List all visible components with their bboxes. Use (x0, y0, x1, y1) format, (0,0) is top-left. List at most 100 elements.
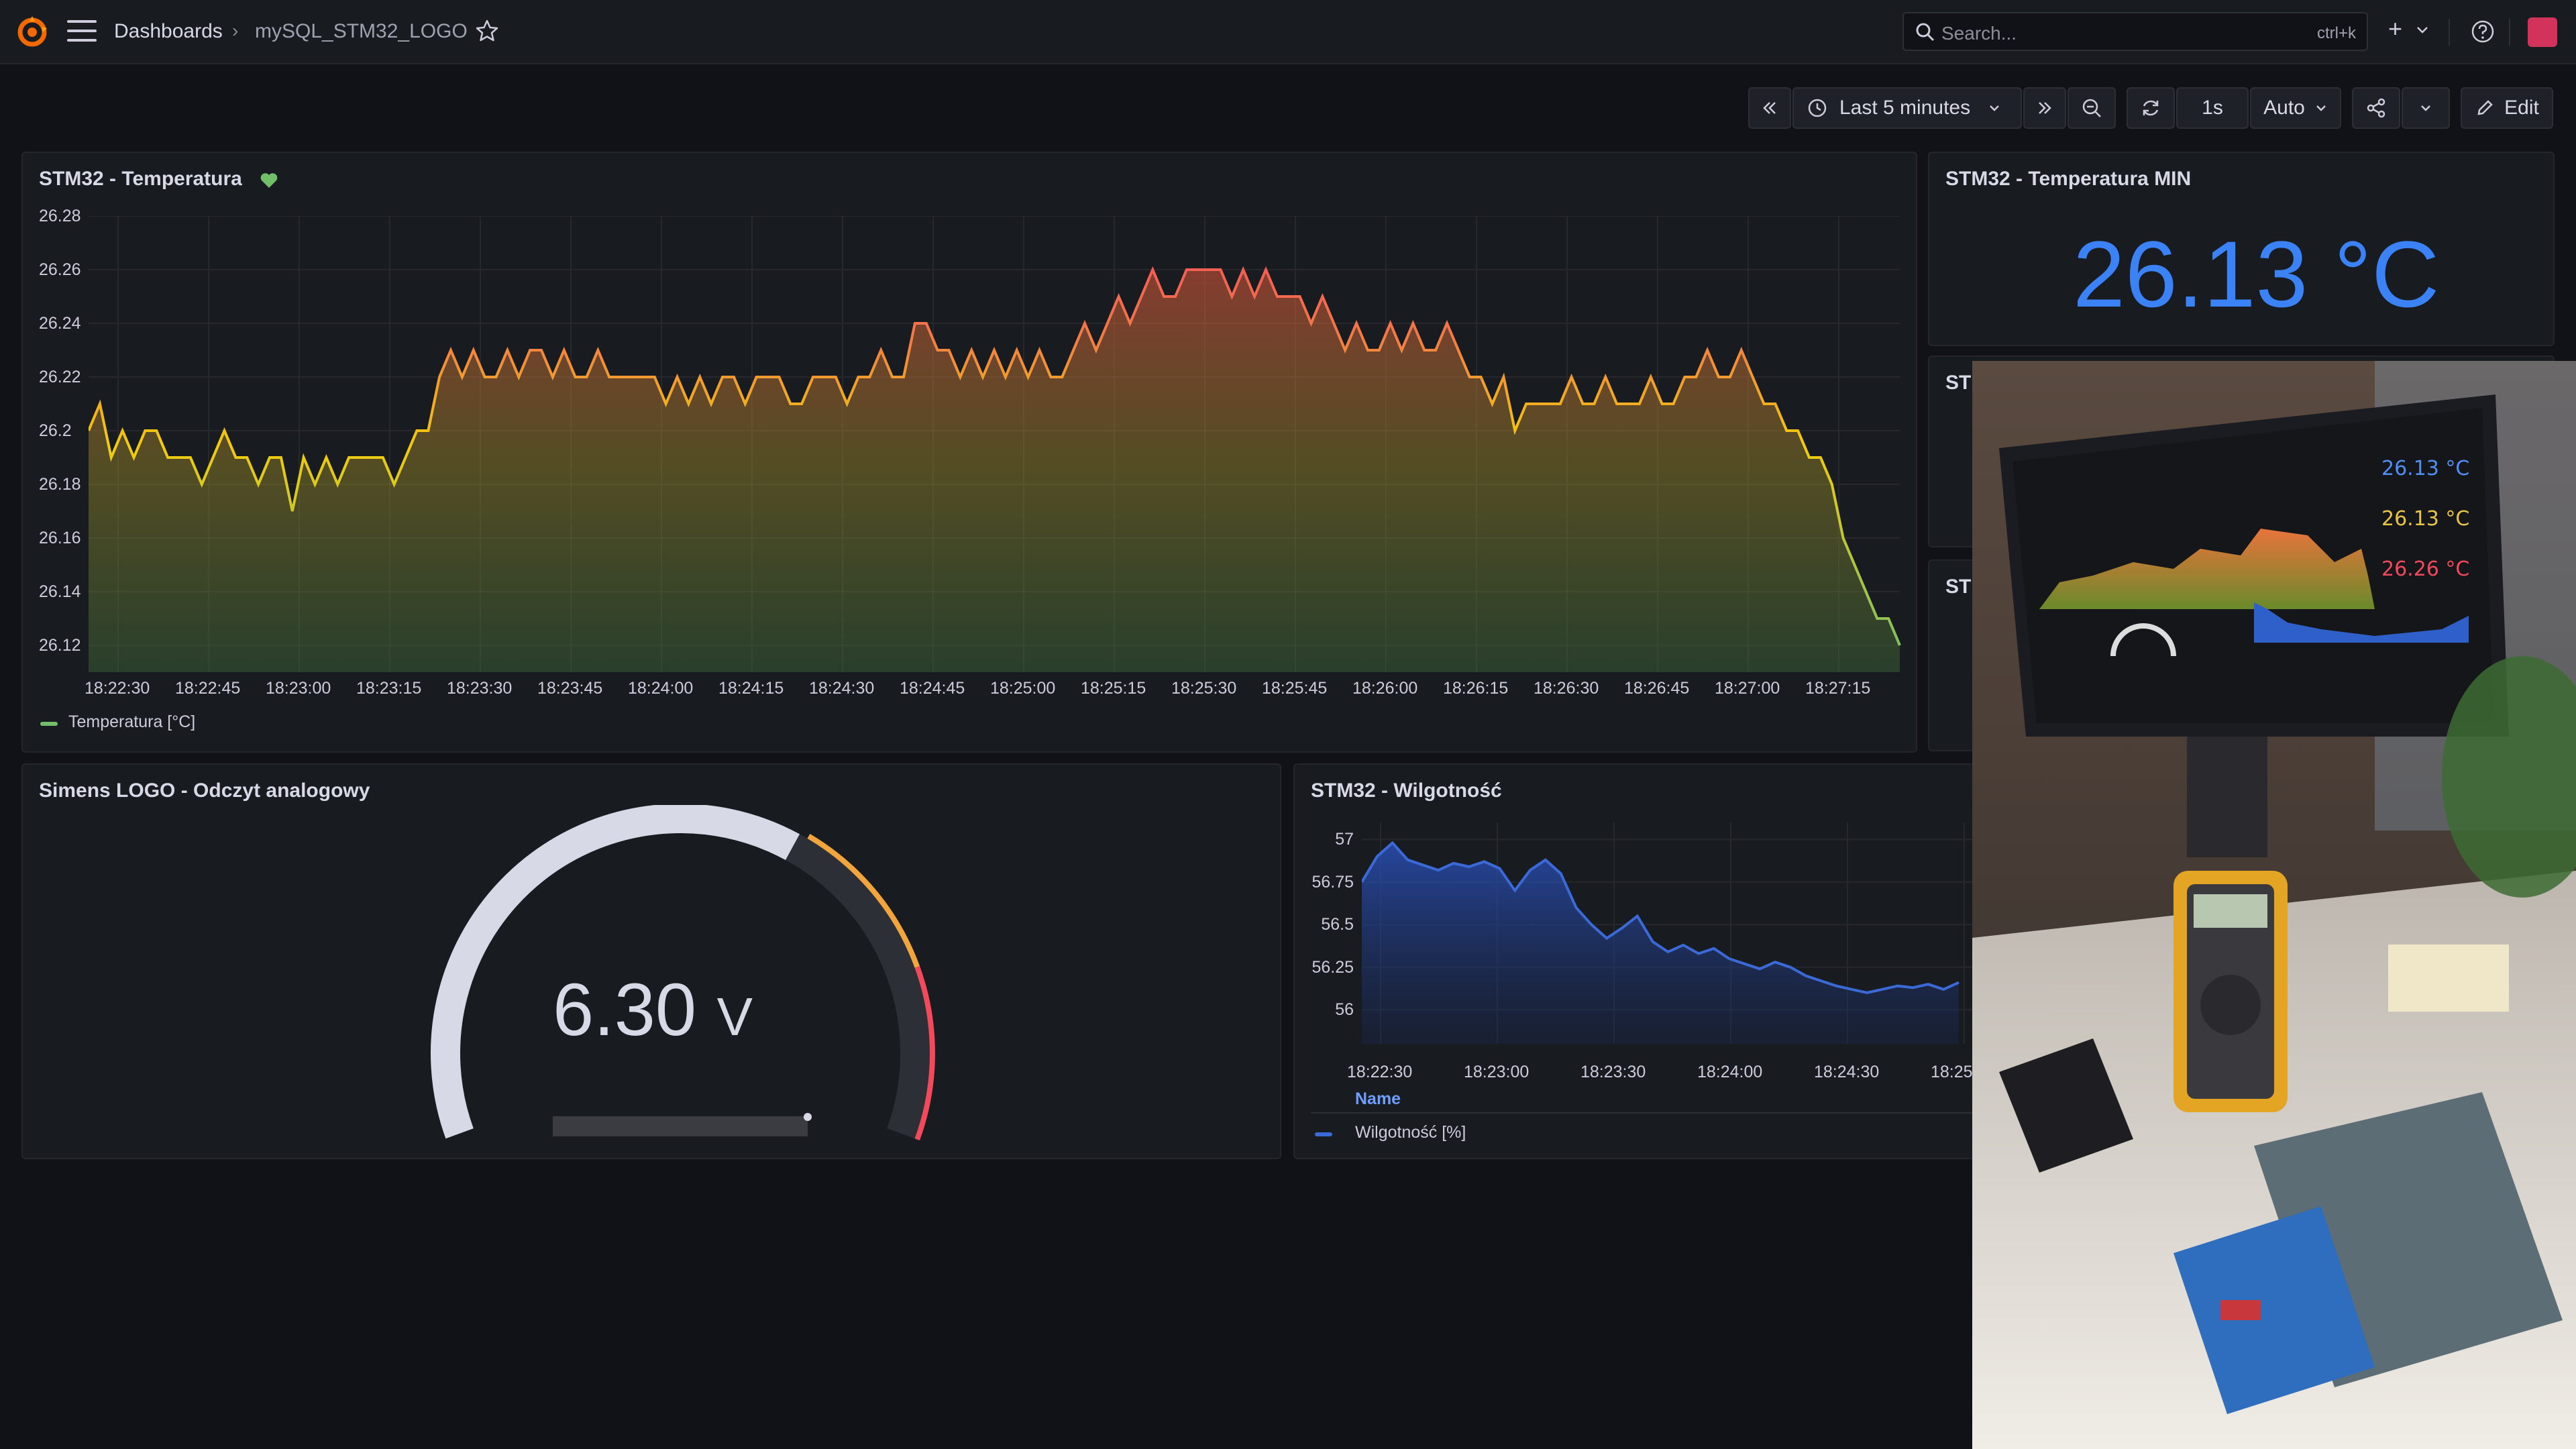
x-tick-label: 18:25:30 (1171, 679, 1237, 698)
x-tick-label: 18:25:15 (1081, 679, 1146, 698)
x-tick-label: 18:25:00 (990, 679, 1056, 698)
time-shift-forward-button[interactable] (2023, 87, 2066, 129)
y-tick-label: 26.12 (39, 636, 81, 655)
temperature-chart[interactable] (89, 216, 1916, 699)
x-tick-label: 18:26:00 (1352, 679, 1418, 698)
x-tick-label: 18:25 (1931, 1063, 1973, 1081)
legend-color (1315, 1132, 1332, 1136)
auto-label: Auto (2263, 97, 2305, 119)
zoom-out-button[interactable] (2068, 87, 2116, 129)
x-tick-label: 18:24:30 (809, 679, 875, 698)
x-tick-label: 18:23:00 (1464, 1063, 1529, 1081)
chevron-down-icon[interactable] (2415, 23, 2430, 38)
star-icon[interactable] (474, 17, 500, 44)
x-tick-label: 18:22:30 (1347, 1063, 1413, 1081)
user-avatar[interactable] (2528, 17, 2557, 47)
legend-color (40, 722, 58, 726)
time-range-picker[interactable]: Last 5 minutes (1792, 87, 2022, 129)
gauge-number: 6.30 (553, 969, 697, 1051)
legend-name-header[interactable]: Name (1355, 1089, 1401, 1109)
y-tick-label: 56.5 (1321, 915, 1354, 934)
auto-refresh-dropdown[interactable]: Auto (2250, 87, 2341, 129)
clock-icon (1808, 99, 1827, 117)
y-tick-label: 56.25 (1311, 957, 1354, 977)
refresh-interval-picker[interactable]: 1s (2176, 87, 2249, 129)
y-tick-label: 26.28 (39, 207, 81, 225)
x-tick-label: 18:24:00 (628, 679, 694, 698)
refresh-icon (2143, 100, 2159, 116)
chevron-down-icon (2316, 105, 2326, 111)
temperature-area (89, 270, 1900, 672)
menu-icon[interactable] (67, 20, 97, 44)
x-tick-label: 18:22:30 (85, 679, 150, 698)
chevron-down-icon (1990, 105, 1999, 111)
zoom-out-icon (2082, 99, 2101, 117)
svg-text:26.13 °C: 26.13 °C (2381, 507, 2469, 531)
gauge-unit: V (716, 987, 753, 1046)
x-tick-label: 18:23:30 (447, 679, 513, 698)
double-chevron-left-icon (1763, 102, 1776, 114)
gauge-level-marker (804, 1113, 812, 1121)
x-tick-label: 18:22:45 (175, 679, 241, 698)
camera-scene: 26.13 °C 26.13 °C 26.26 °C (1972, 361, 2576, 1449)
pencil-icon (2477, 100, 2493, 115)
humidity-area (1362, 843, 1959, 1044)
top-nav-bar: Dashboards › mySQL_STM32_LOGO Search... … (0, 0, 2576, 64)
y-tick-label: 26.24 (39, 314, 81, 333)
grafana-logo-icon[interactable] (15, 15, 50, 50)
x-tick-label: 18:24:30 (1814, 1063, 1880, 1081)
panel-title: STM32 - Temperatura (39, 168, 242, 190)
y-tick-label: 26.26 (39, 260, 81, 279)
share-options-button[interactable] (2402, 87, 2450, 129)
divider (2509, 19, 2510, 46)
panel-title: ST (1945, 372, 1972, 394)
x-tick-label: 18:25:45 (1262, 679, 1328, 698)
y-tick-label: 26.18 (39, 475, 81, 494)
time-shift-back-button[interactable] (1748, 87, 1791, 129)
edit-label: Edit (2504, 97, 2539, 119)
refresh-interval-label: 1s (2202, 97, 2223, 119)
help-icon[interactable] (2469, 17, 2497, 46)
heart-icon (260, 173, 278, 188)
temperature-min-panel[interactable]: STM32 - Temperatura MIN 26.13 °C (1928, 152, 2555, 346)
refresh-button[interactable] (2127, 87, 2175, 129)
x-tick-label: 18:27:00 (1715, 679, 1780, 698)
x-tick-label: 18:26:30 (1534, 679, 1599, 698)
search-icon (1916, 23, 1935, 42)
divider (2449, 19, 2450, 46)
x-tick-label: 18:23:15 (356, 679, 422, 698)
y-tick-label: 26.16 (39, 529, 81, 547)
breadcrumb-current-dashboard: mySQL_STM32_LOGO (255, 20, 468, 42)
edit-button[interactable]: Edit (2461, 87, 2553, 129)
gauge-value: 6.30 V (553, 967, 753, 1053)
share-button[interactable] (2352, 87, 2400, 129)
stat-value: 26.13 °C (2073, 221, 2440, 327)
panel-title: ST (1945, 576, 1972, 598)
legend-series-wilgotnosc[interactable]: Wilgotność [%] (1355, 1123, 1466, 1142)
breadcrumb-dashboards[interactable]: Dashboards (114, 20, 223, 43)
y-tick-label: 57 (1335, 830, 1354, 849)
y-tick-label: 26.14 (39, 582, 81, 601)
svg-text:26.13 °C: 26.13 °C (2381, 457, 2469, 480)
analog-gauge-panel[interactable]: Simens LOGO - Odczyt analogowy 6.30 V (21, 763, 1281, 1159)
y-tick-label: 26.2 (39, 421, 72, 440)
x-tick-label: 18:24:15 (718, 679, 784, 698)
y-tick-label: 56.75 (1311, 872, 1354, 892)
x-tick-label: 18:23:45 (537, 679, 603, 698)
x-tick-label: 18:24:45 (900, 679, 965, 698)
x-tick-label: 18:23:30 (1580, 1063, 1646, 1081)
double-chevron-right-icon (2039, 102, 2051, 114)
add-new-button[interactable]: + (2388, 15, 2402, 43)
share-icon (2367, 98, 2385, 118)
breadcrumb-separator: › (232, 20, 239, 41)
svg-text:26.26 °C: 26.26 °C (2381, 557, 2469, 581)
y-tick-label: 26.22 (39, 368, 81, 386)
temperature-panel[interactable]: STM32 - Temperatura 26.28 26.26 26.24 26.22… (21, 152, 1917, 753)
legend-series-temperatura[interactable]: Temperatura [°C] (68, 712, 195, 732)
panel-title: STM32 - Temperatura MIN (1945, 168, 2192, 190)
x-tick-label: 18:24:00 (1697, 1063, 1763, 1081)
chevron-down-icon (2421, 105, 2430, 111)
time-range-label: Last 5 minutes (1839, 97, 1971, 119)
search-input[interactable]: Search... ctrl+k (1902, 12, 2368, 51)
gauge-level-bar (553, 1116, 808, 1136)
